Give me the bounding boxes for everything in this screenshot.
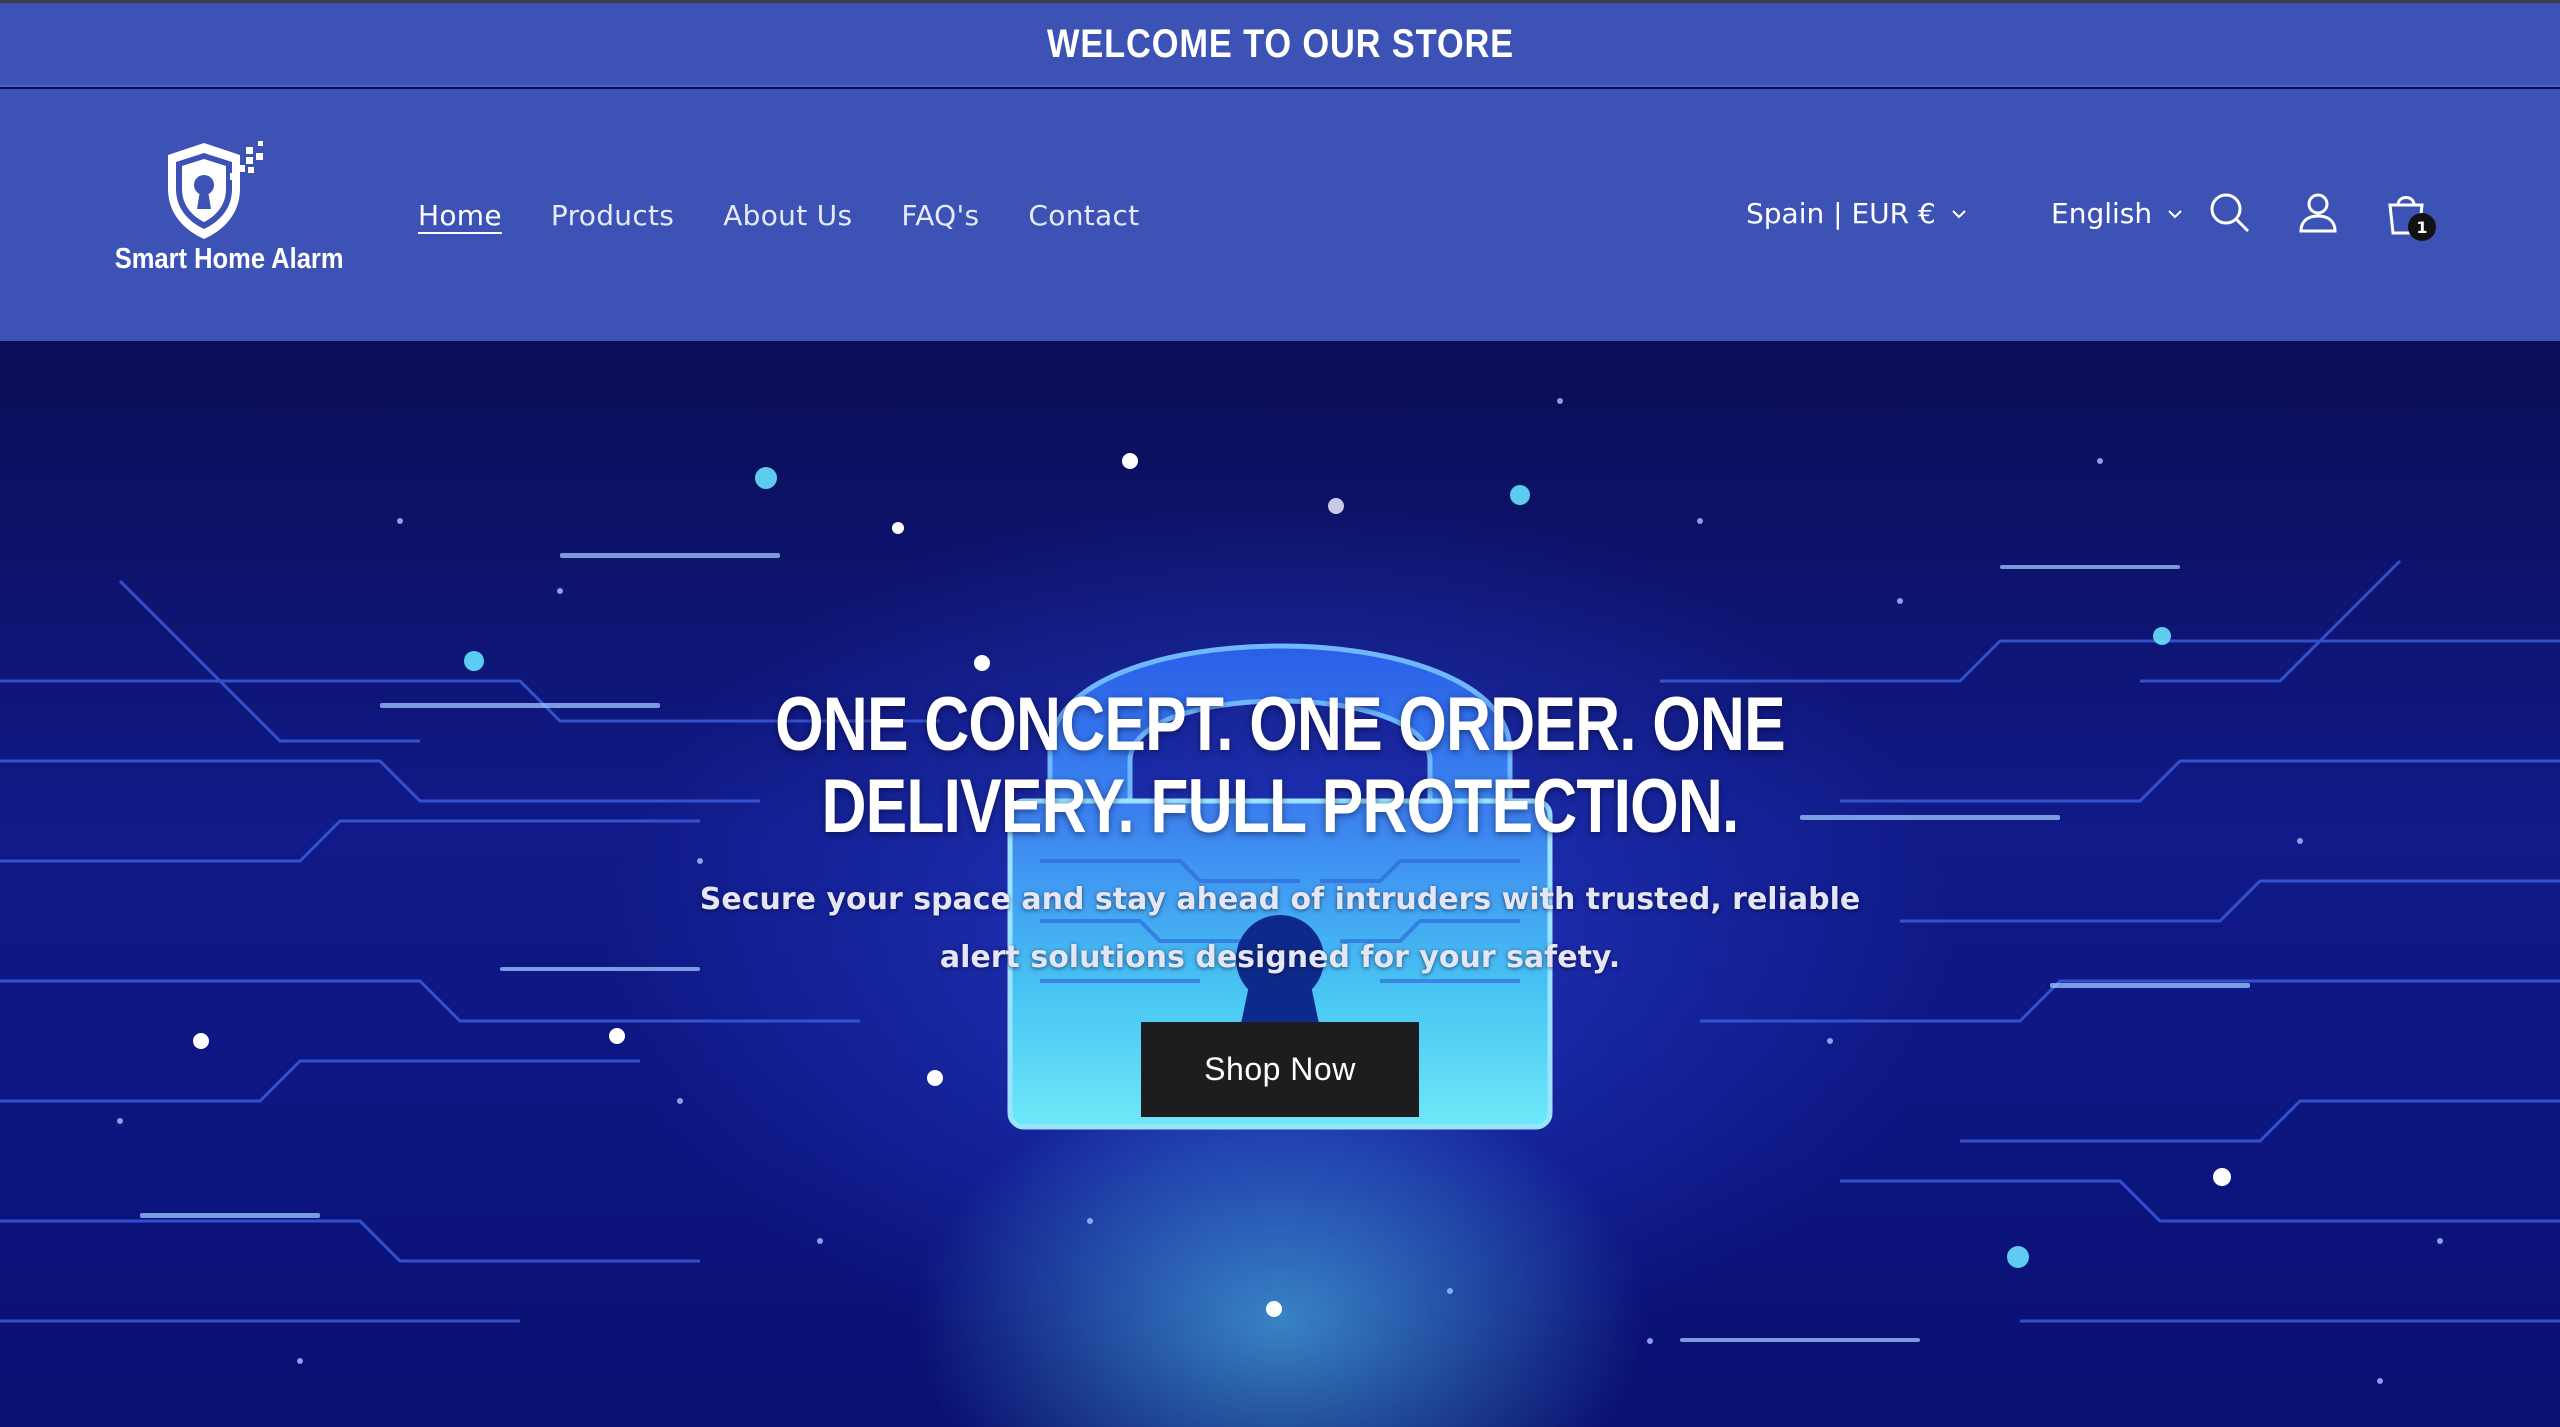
language-label: English xyxy=(2051,197,2153,230)
hero-subtitle-line-2: alert solutions designed for your safety… xyxy=(939,940,1621,975)
country-currency-selector[interactable]: Spain | EUR € xyxy=(1746,197,1968,230)
search-button[interactable] xyxy=(2206,189,2254,237)
cart-button[interactable]: 1 xyxy=(2382,189,2436,241)
announcement-text: WELCOME TO OUR STORE xyxy=(1046,21,1514,66)
account-button[interactable] xyxy=(2294,189,2342,237)
cart-count-badge: 1 xyxy=(2408,213,2436,241)
nav-item-faqs[interactable]: FAQ's xyxy=(901,199,979,232)
shop-now-button[interactable]: Shop Now xyxy=(1141,1022,1419,1117)
country-currency-label: Spain | EUR € xyxy=(1746,197,1936,230)
nav-item-about-us[interactable]: About Us xyxy=(723,199,852,232)
search-icon xyxy=(2210,193,2250,233)
hero-subtitle: Secure your space and stay ahead of intr… xyxy=(0,871,2560,987)
header-tools: Spain | EUR € English 1 xyxy=(1660,89,2560,341)
shield-keyhole-icon xyxy=(168,141,263,239)
nav-item-home[interactable]: Home xyxy=(418,199,502,232)
announcement-bar: WELCOME TO OUR STORE xyxy=(0,3,2560,87)
main-navigation: Home Products About Us FAQ's Contact xyxy=(418,89,1188,341)
nav-item-products[interactable]: Products xyxy=(551,199,674,232)
nav-item-contact[interactable]: Contact xyxy=(1028,199,1139,232)
hero-title: ONE CONCEPT. ONE ORDER. ONE DELIVERY. FU… xyxy=(0,684,2560,848)
hero-banner: ONE CONCEPT. ONE ORDER. ONE DELIVERY. FU… xyxy=(0,341,2560,1427)
hero-title-line-2: DELIVERY. FULL PROTECTION. xyxy=(821,764,1739,849)
account-icon xyxy=(2299,193,2337,233)
site-header: Smart Home Alarm Home Products About Us … xyxy=(0,89,2560,341)
hero-title-line-1: ONE CONCEPT. ONE ORDER. ONE xyxy=(775,682,1786,767)
logo-text: Smart Home Alarm xyxy=(114,243,344,275)
logo-link[interactable]: Smart Home Alarm xyxy=(100,139,345,279)
hero-subtitle-line-1: Secure your space and stay ahead of intr… xyxy=(699,882,1861,917)
chevron-down-icon xyxy=(2168,209,2182,218)
language-selector[interactable]: English xyxy=(2051,197,2184,230)
chevron-down-icon xyxy=(1952,209,1966,218)
